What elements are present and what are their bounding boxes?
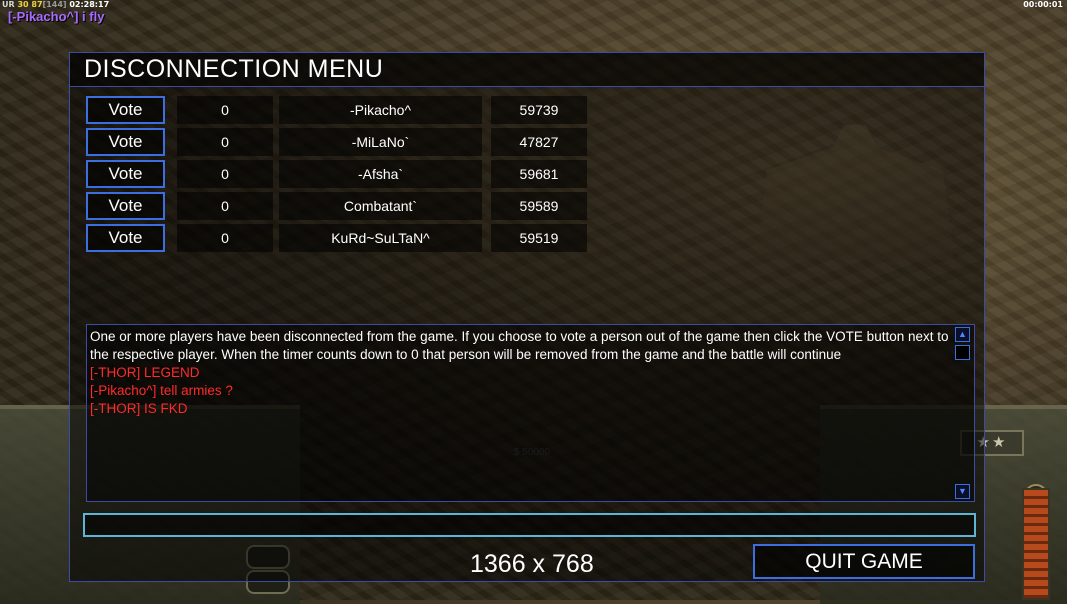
panel-header: DISCONNECTION MENU xyxy=(70,53,984,87)
player-ping: 59739 xyxy=(491,96,587,124)
player-row: Vote 0 -MiLaNo` 47827 xyxy=(86,128,606,156)
system-message: One or more players have been disconnect… xyxy=(90,329,949,362)
resolution-label: 1366 x 768 xyxy=(470,550,594,578)
player-timer: 0 xyxy=(177,192,273,220)
player-timer: 0 xyxy=(177,160,273,188)
top-stats-overlay: UR 30 87[144] 02:28:17 xyxy=(2,0,109,9)
scroll-down-arrow-icon[interactable]: ▼ xyxy=(955,484,970,499)
vote-button[interactable]: Vote xyxy=(86,160,165,188)
stat-c: [144] xyxy=(42,0,67,9)
chat-message: [-Pikacho^] tell armies ? xyxy=(90,383,233,398)
player-row: Vote 0 -Pikacho^ 59739 xyxy=(86,96,606,124)
chat-message: [-THOR] LEGEND xyxy=(90,365,200,380)
scroll-up-arrow-icon[interactable]: ▲ xyxy=(955,327,970,342)
player-row: Vote 0 KuRd~SuLTaN^ 59519 xyxy=(86,224,606,252)
player-timer: 0 xyxy=(177,224,273,252)
power-bar xyxy=(1022,488,1050,600)
chat-log[interactable]: One or more players have been disconnect… xyxy=(86,324,975,502)
quit-game-button[interactable]: QUIT GAME xyxy=(753,544,975,579)
player-name: -Afsha` xyxy=(279,160,482,188)
chat-scrollbar[interactable]: ▲ ▼ xyxy=(955,327,972,499)
player-row: Vote 0 -Afsha` 59681 xyxy=(86,160,606,188)
chat-message: [-THOR] IS FKD xyxy=(90,401,188,416)
player-row: Vote 0 Combatant` 59589 xyxy=(86,192,606,220)
game-clock: 00:00:01 xyxy=(1023,0,1063,9)
disconnection-menu: DISCONNECTION MENU Vote 0 -Pikacho^ 5973… xyxy=(69,52,985,582)
player-ping: 59681 xyxy=(491,160,587,188)
player-name: -MiLaNo` xyxy=(279,128,482,156)
vote-button[interactable]: Vote xyxy=(86,128,165,156)
player-ping: 47827 xyxy=(491,128,587,156)
stat-b: 87 xyxy=(31,0,43,9)
chat-text: One or more players have been disconnect… xyxy=(90,328,952,418)
stat-a: 30 xyxy=(17,0,29,9)
player-timer: 0 xyxy=(177,128,273,156)
vote-button[interactable]: Vote xyxy=(86,192,165,220)
stat-ur: UR xyxy=(2,0,15,9)
player-name: KuRd~SuLTaN^ xyxy=(279,224,482,252)
player-ping: 59589 xyxy=(491,192,587,220)
stat-time: 02:28:17 xyxy=(69,0,110,9)
player-ping: 59519 xyxy=(491,224,587,252)
overlay-chat-line: [-Pikacho^] i fly xyxy=(8,9,105,24)
vote-button[interactable]: Vote xyxy=(86,96,165,124)
vote-button[interactable]: Vote xyxy=(86,224,165,252)
player-timer: 0 xyxy=(177,96,273,124)
player-name: -Pikacho^ xyxy=(279,96,482,124)
page-title: DISCONNECTION MENU xyxy=(84,55,384,83)
chat-input[interactable] xyxy=(83,513,976,537)
scroll-thumb[interactable] xyxy=(955,345,970,360)
player-name: Combatant` xyxy=(279,192,482,220)
